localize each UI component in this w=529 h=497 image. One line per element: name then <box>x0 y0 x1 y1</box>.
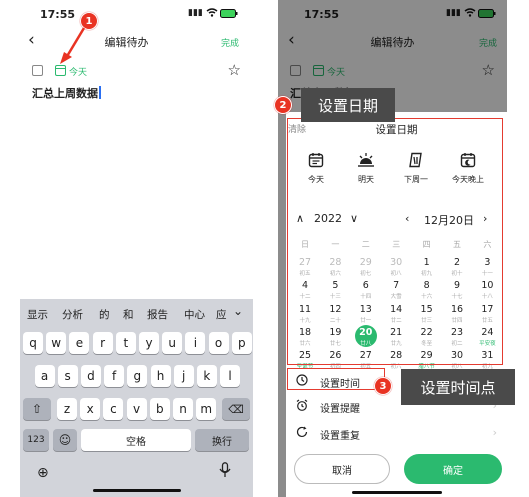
key-g[interactable]: g <box>127 365 148 387</box>
battery-icon <box>220 9 238 21</box>
highlight-set-time <box>287 368 385 390</box>
task-meta-row: 今天 ☆ <box>0 61 253 82</box>
key-b[interactable]: b <box>149 398 170 420</box>
globe-icon[interactable]: ⊕ <box>37 465 49 481</box>
cancel-button[interactable]: 取消 <box>294 454 390 484</box>
task-text-input[interactable]: 汇总上周数据 <box>32 85 101 101</box>
key-m[interactable]: m <box>196 398 217 420</box>
callout-label-set-date: 设置日期 <box>301 88 395 122</box>
candidate-word[interactable]: 中心 <box>184 307 205 322</box>
key-q[interactable]: q <box>23 332 43 354</box>
candidate-word[interactable]: 显示 <box>27 307 48 322</box>
repeat-icon <box>296 426 308 438</box>
home-indicator <box>93 489 181 492</box>
confirm-button[interactable]: 确定 <box>404 454 502 484</box>
home-indicator <box>352 491 442 494</box>
callout-number-3: 3 <box>374 377 392 395</box>
key-c[interactable]: c <box>103 398 124 420</box>
key-s[interactable]: s <box>57 365 78 387</box>
shift-key[interactable]: ⇧ <box>23 398 51 420</box>
status-time: 17:55 <box>40 8 76 21</box>
callout-number-2: 2 <box>274 96 292 114</box>
candidate-word[interactable]: 报告 <box>147 307 168 322</box>
key-t[interactable]: t <box>115 332 136 354</box>
key-y[interactable]: y <box>139 332 159 354</box>
callout-arrow-icon <box>60 27 86 64</box>
signal-icon: ▮▮▮ <box>188 8 203 18</box>
key-h[interactable]: h <box>150 365 171 387</box>
key-v[interactable]: v <box>126 398 147 420</box>
return-key[interactable]: 换行 <box>195 429 249 451</box>
status-bar: 17:55 ▮▮▮ <box>0 0 253 28</box>
key-w[interactable]: w <box>46 332 67 354</box>
microphone-icon[interactable] <box>219 462 231 482</box>
highlight-date-area <box>287 118 503 365</box>
set-repeat-label: 设置重复 <box>320 431 360 442</box>
delete-key[interactable]: ⌫ <box>222 398 250 420</box>
candidate-word[interactable]: 和 <box>123 307 134 322</box>
key-n[interactable]: n <box>173 398 193 420</box>
chevron-down-icon[interactable]: ⌄ <box>233 304 243 318</box>
candidate-word[interactable]: 应 <box>216 307 227 322</box>
chevron-right-icon: › <box>492 426 497 439</box>
key-p[interactable]: p <box>231 332 252 354</box>
key-r[interactable]: r <box>92 332 113 354</box>
key-u[interactable]: u <box>162 332 183 354</box>
key-e[interactable]: e <box>69 332 90 354</box>
space-key[interactable]: 空格 <box>81 429 191 451</box>
numbers-key[interactable]: 123 <box>23 429 49 451</box>
callout-label-set-time: 设置时间点 <box>401 369 515 405</box>
star-icon[interactable]: ☆ <box>228 61 241 79</box>
key-i[interactable]: i <box>185 332 206 354</box>
candidate-bar: 显示 分析 的 和 报告 中心 应 ⌄ <box>20 303 253 325</box>
candidate-word[interactable]: 的 <box>99 307 110 322</box>
alarm-icon <box>296 399 308 411</box>
key-z[interactable]: z <box>57 398 77 420</box>
done-button[interactable]: 完成 <box>221 36 239 49</box>
key-x[interactable]: x <box>80 398 101 420</box>
task-checkbox[interactable] <box>32 65 43 76</box>
task-text: 汇总上周数据 <box>32 87 98 100</box>
candidate-word[interactable]: 分析 <box>62 307 83 322</box>
wifi-icon <box>206 8 218 20</box>
emoji-key[interactable]: ☺ <box>53 429 77 451</box>
keyboard: 显示 分析 的 和 报告 中心 应 ⌄ qwertyuiop asdfghjkl z… <box>20 299 253 497</box>
set-reminder-label: 设置提醒 <box>320 404 360 415</box>
key-o[interactable]: o <box>208 332 229 354</box>
key-a[interactable]: a <box>34 365 55 387</box>
key-l[interactable]: l <box>220 365 241 387</box>
key-k[interactable]: k <box>196 365 217 387</box>
page-title: 编辑待办 <box>104 36 149 49</box>
left-phone-screen: 17:55 ▮▮▮ ‹ 编辑待办 完成 今天 ☆ 汇总上周数据 1 显示 分析 … <box>0 0 253 497</box>
modal-overlay[interactable] <box>278 112 286 497</box>
key-d[interactable]: d <box>80 365 101 387</box>
text-cursor <box>99 86 101 99</box>
key-f[interactable]: f <box>104 365 125 387</box>
editor-navbar: ‹ 编辑待办 完成 <box>0 28 253 58</box>
key-j[interactable]: j <box>173 365 194 387</box>
